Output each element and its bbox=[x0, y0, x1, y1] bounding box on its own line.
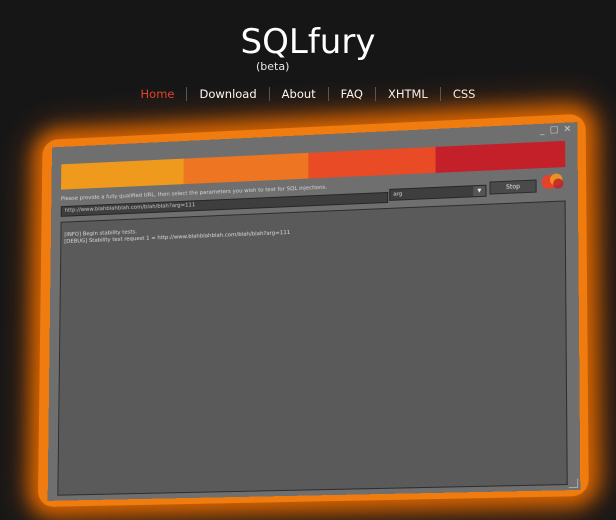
maximize-icon[interactable]: □ bbox=[550, 125, 559, 135]
log-lines: [INFO] Begin stability tests. [DEBUG] St… bbox=[61, 223, 290, 246]
minimize-icon[interactable]: _ bbox=[540, 126, 545, 136]
parameter-select-value: arg bbox=[393, 191, 403, 198]
color-segment bbox=[61, 158, 184, 190]
app-screenshot-stage: _ □ ✕ Please provide a fully qualified U… bbox=[0, 0, 616, 520]
window-controls: _ □ ✕ bbox=[540, 124, 572, 136]
app-window: _ □ ✕ Please provide a fully qualified U… bbox=[47, 122, 581, 501]
color-segment bbox=[435, 140, 566, 173]
chevron-down-icon[interactable]: ▼ bbox=[473, 185, 486, 197]
color-segment bbox=[183, 152, 309, 185]
close-icon[interactable]: ✕ bbox=[563, 124, 571, 134]
stop-button[interactable]: Stop bbox=[489, 179, 537, 195]
log-output[interactable]: [INFO] Begin stability tests. [DEBUG] St… bbox=[57, 200, 568, 496]
color-segment bbox=[308, 146, 436, 179]
sqlfury-logo-icon bbox=[541, 173, 564, 190]
resize-grip-icon[interactable] bbox=[568, 478, 579, 489]
